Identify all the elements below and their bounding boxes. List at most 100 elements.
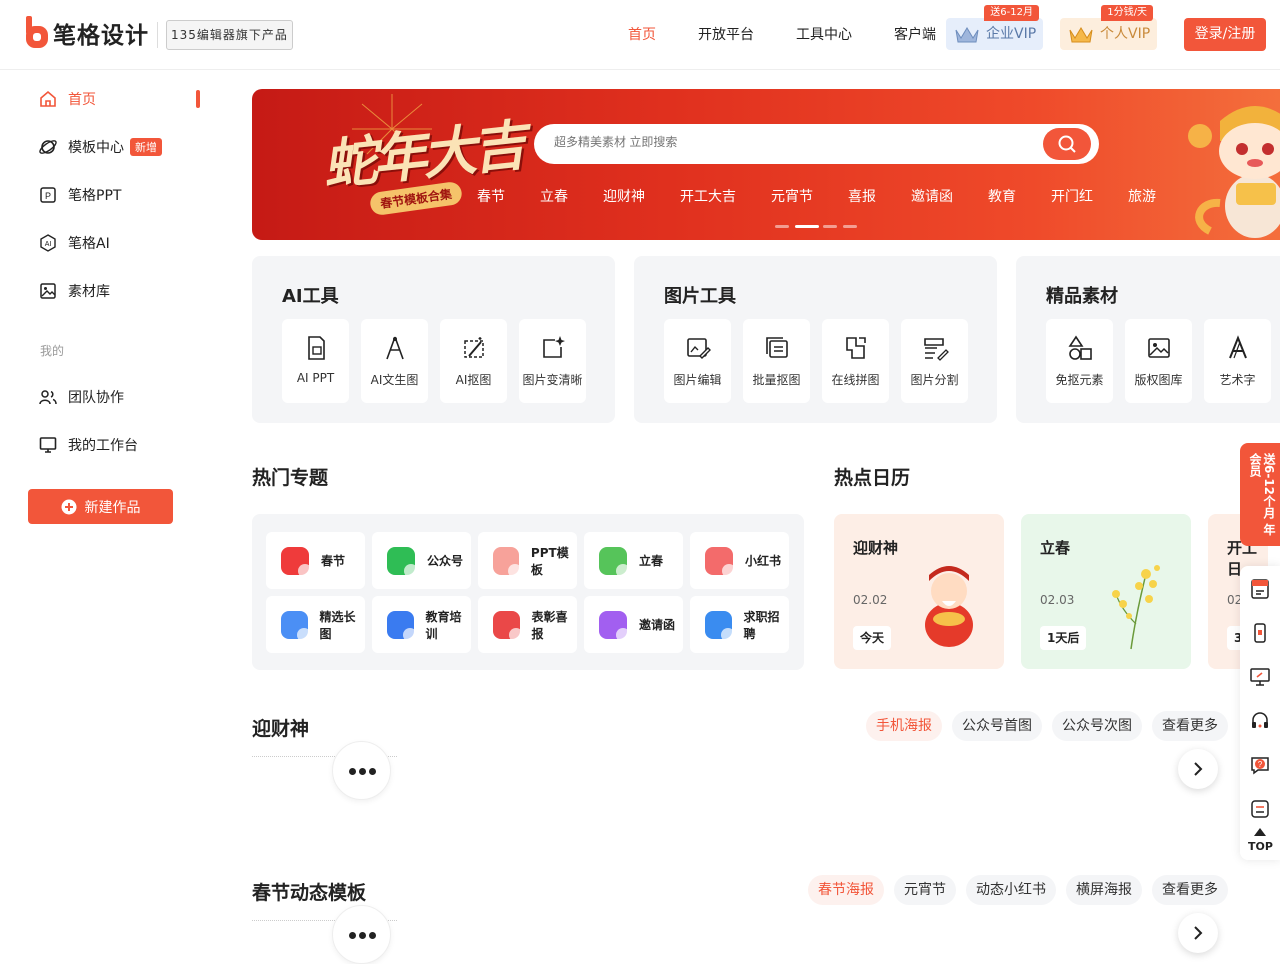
next-arrow-button[interactable] (1178, 749, 1218, 789)
help-icon[interactable]: ? (1249, 754, 1271, 776)
topic-label: PPT模板 (530, 545, 569, 577)
batch-image-icon (766, 337, 788, 358)
feedback-icon[interactable] (1249, 798, 1271, 820)
logo-mark-icon (26, 16, 48, 48)
topic-label: 小红书 (745, 554, 782, 568)
calendar-card-date: 02.03 (1040, 593, 1075, 607)
category-tab[interactable]: 动态小红书 (966, 875, 1056, 905)
tool-batch-cutout[interactable]: 批量抠图 (743, 319, 810, 403)
banner-keyword[interactable]: 春节 (477, 186, 505, 206)
premium-materials-card: 精品素材 免抠元素 版权图库 艺术字 (1016, 256, 1280, 423)
tool-ai-text-to-image[interactable]: AI文生图 (361, 319, 428, 403)
tool-label: 免抠元素 (1055, 373, 1104, 387)
sparkle-frame-icon (543, 336, 565, 358)
chevron-right-icon (1194, 926, 1203, 940)
sidebar-section-mine: 我的 (40, 344, 65, 358)
banner-keyword[interactable]: 迎财神 (603, 186, 645, 206)
sidebar-item-home[interactable]: 首页 (38, 87, 96, 111)
topic-start-of-spring[interactable]: 立春 (584, 532, 683, 589)
topic-invitation[interactable]: 邀请函 (584, 596, 683, 653)
category-tab[interactable]: 春节海报 (808, 875, 884, 905)
category-tab[interactable]: 公众号次图 (1052, 711, 1142, 741)
login-register-button[interactable]: 登录/注册 (1184, 18, 1266, 51)
tool-label: 图片变清晰 (522, 373, 583, 387)
gallery-icon (1148, 338, 1170, 358)
nav-home[interactable]: 首页 (628, 24, 656, 44)
banner-keyword[interactable]: 邀请函 (911, 186, 953, 206)
carousel-dot-active[interactable] (795, 225, 819, 228)
sidebar-item-label: 团队协作 (68, 390, 124, 406)
banner-keyword[interactable]: 喜报 (848, 186, 876, 206)
invitation-icon (599, 610, 630, 642)
calendar-card[interactable]: 迎财神 02.02 今天 (834, 514, 1004, 669)
tool-label: 艺术字 (1219, 373, 1256, 387)
flower-illustration (1112, 565, 1160, 650)
carousel-dot[interactable] (775, 225, 789, 228)
tool-image-edit[interactable]: 图片编辑 (664, 319, 731, 403)
sidebar-item-label: 模板中心 (68, 140, 124, 156)
topic-long-images[interactable]: 精选长图 (266, 596, 365, 653)
tool-art-text[interactable]: 艺术字 (1204, 319, 1271, 403)
membership-promo-tab[interactable]: 送6-12个月 年会员 (1240, 443, 1280, 546)
banner-keyword[interactable]: 旅游 (1128, 186, 1156, 206)
desktop-client-icon[interactable] (1249, 666, 1271, 688)
topic-ppt-templates[interactable]: PPT模板 (478, 532, 577, 589)
tool-licensed-gallery[interactable]: 版权图库 (1125, 319, 1192, 403)
nav-client[interactable]: 客户端 (894, 24, 936, 44)
tool-cutout-elements[interactable]: 免抠元素 (1046, 319, 1113, 403)
topic-xiaohongshu[interactable]: 小红书 (690, 532, 789, 589)
nav-open-platform[interactable]: 开放平台 (698, 24, 754, 44)
next-arrow-button[interactable] (1178, 913, 1218, 953)
carousel-dot[interactable] (823, 225, 837, 228)
category-tab[interactable]: 公众号首图 (952, 711, 1042, 741)
tool-image-split[interactable]: 图片分割 (901, 319, 968, 403)
calendar-card-badge: 今天 (853, 626, 892, 650)
banner-keyword[interactable]: 元宵节 (771, 186, 813, 206)
card-title: 图片工具 (664, 286, 736, 307)
tool-ai-cutout[interactable]: AI抠图 (440, 319, 507, 403)
floating-toolbar: ? TOP (1240, 566, 1280, 860)
view-more-link[interactable]: 查看更多 (1152, 875, 1228, 905)
tool-ai-ppt[interactable]: AI PPT (282, 319, 349, 403)
search-input[interactable] (554, 135, 1014, 149)
topic-spring-festival[interactable]: 春节 (266, 532, 365, 589)
banner-keyword[interactable]: 开工大吉 (680, 186, 736, 206)
topic-recruitment[interactable]: 求职招聘 (690, 596, 789, 653)
sidebar-item-templates[interactable]: 模板中心 新增 (38, 135, 162, 159)
nav-tool-center[interactable]: 工具中心 (796, 24, 852, 44)
sidebar-item-ppt[interactable]: P 笔格PPT (38, 183, 121, 207)
search-button[interactable] (1043, 128, 1091, 160)
sidebar-item-materials[interactable]: 素材库 (38, 279, 110, 303)
banner-keyword[interactable]: 立春 (540, 186, 568, 206)
sidebar-item-team[interactable]: 团队协作 (38, 385, 124, 409)
sidebar-item-workspace[interactable]: 我的工作台 (38, 433, 138, 457)
calendar-card[interactable]: 立春 02.03 1天后 (1021, 514, 1191, 669)
banner-keyword[interactable]: 教育 (988, 186, 1016, 206)
category-tab[interactable]: 手机海报 (866, 711, 942, 741)
mobile-icon[interactable] (1249, 622, 1271, 644)
topic-awards[interactable]: 表彰喜报 (478, 596, 577, 653)
view-more-link[interactable]: 查看更多 (1152, 711, 1228, 741)
banner-keyword[interactable]: 开门红 (1051, 186, 1093, 206)
new-work-button[interactable]: 新建作品 (28, 489, 173, 524)
logo[interactable]: 笔格设计 (24, 15, 149, 51)
hero-banner[interactable]: 蛇年大吉 春节模板合集 春节 立春 迎财神 开工大吉 元宵节 喜报 邀请函 教育… (252, 89, 1280, 240)
category-tab[interactable]: 元宵节 (894, 875, 956, 905)
topic-education[interactable]: 教育培训 (372, 596, 471, 653)
sidebar-item-ai[interactable]: AI 笔格AI (38, 231, 110, 255)
education-icon (387, 610, 416, 642)
headset-icon[interactable] (1249, 710, 1271, 732)
long-image-icon (281, 610, 310, 642)
xiaohongshu-icon (705, 546, 736, 578)
sidebar-item-label: 素材库 (68, 284, 110, 300)
ppt-float-icon[interactable] (1249, 578, 1271, 600)
back-to-top-button[interactable]: TOP (1248, 840, 1273, 853)
carousel-dot[interactable] (843, 225, 857, 228)
category-tab[interactable]: 横屏海报 (1066, 875, 1142, 905)
topic-wechat[interactable]: 公众号 (372, 532, 471, 589)
personal-vip-button[interactable]: 个人VIP 1分钱/天 (1060, 5, 1157, 50)
ppt-topic-icon (493, 546, 522, 578)
enterprise-vip-button[interactable]: 企业VIP 送6-12月 (946, 5, 1043, 50)
tool-collage[interactable]: 在线拼图 (822, 319, 889, 403)
tool-image-enhance[interactable]: 图片变清晰 (519, 319, 586, 403)
